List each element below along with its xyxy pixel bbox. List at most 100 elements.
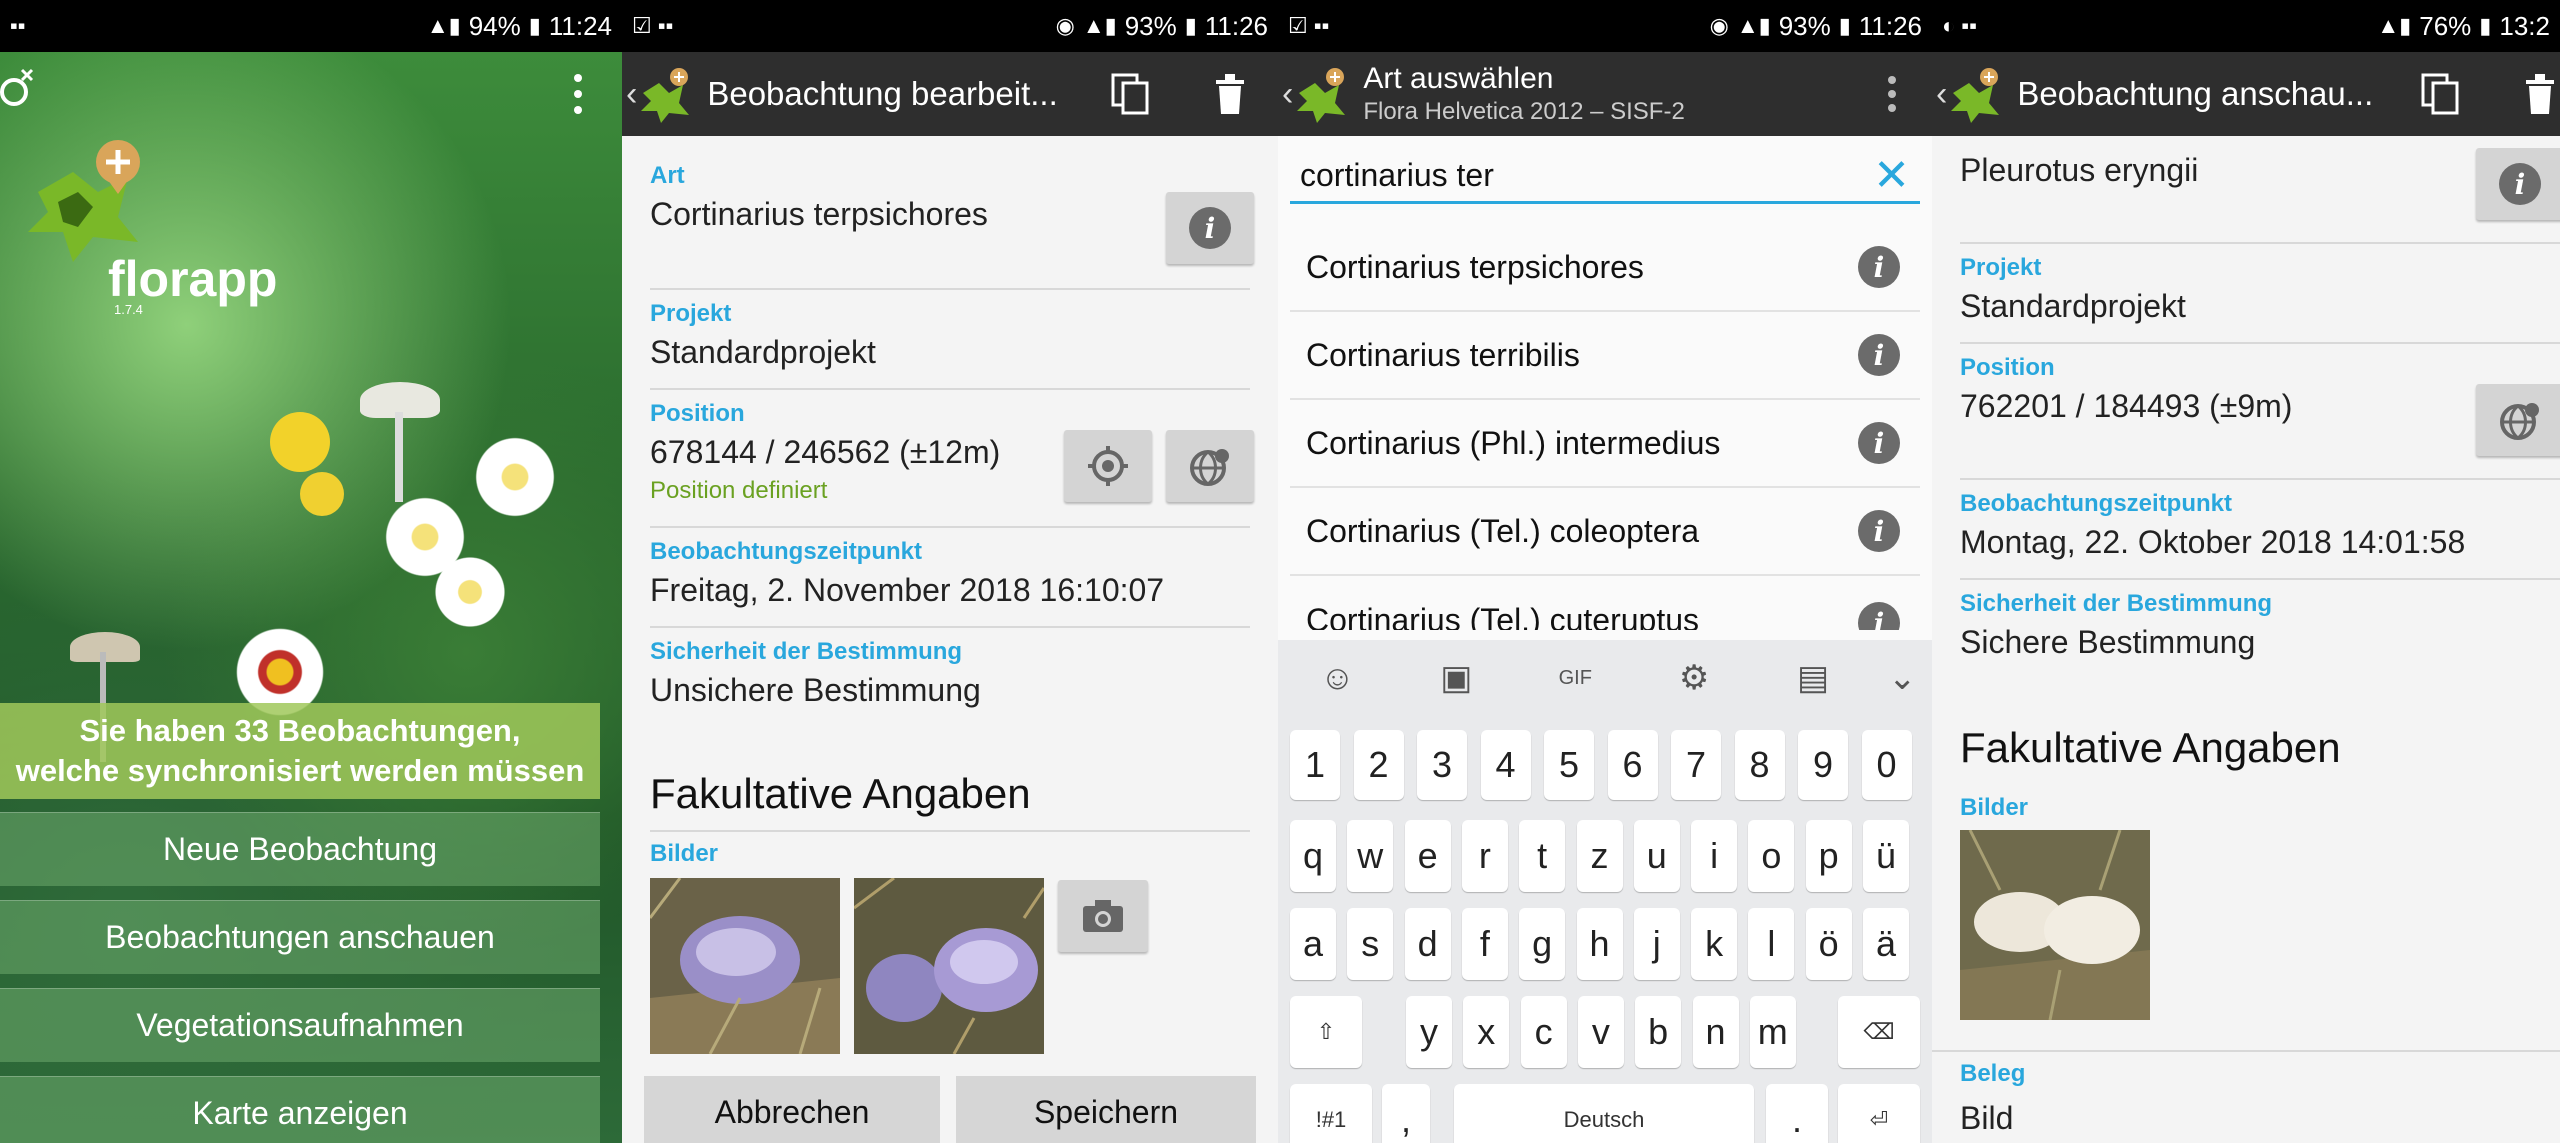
backspace-key[interactable]: ⌫: [1838, 996, 1920, 1068]
key-5[interactable]: 5: [1544, 730, 1594, 800]
key-ö[interactable]: ö: [1805, 908, 1852, 980]
key-u[interactable]: u: [1633, 820, 1680, 892]
art-info-button[interactable]: i: [2476, 148, 2560, 220]
delete-icon[interactable]: [2520, 72, 2560, 116]
key-f[interactable]: f: [1461, 908, 1508, 980]
comma-key[interactable]: ,: [1382, 1084, 1430, 1143]
cancel-button[interactable]: Abbrechen: [644, 1076, 940, 1143]
key-z[interactable]: z: [1576, 820, 1623, 892]
key-v[interactable]: v: [1577, 996, 1624, 1068]
info-icon[interactable]: i: [1858, 422, 1900, 464]
sync-banner[interactable]: Sie haben 33 Beobachtungen, welche synch…: [0, 703, 600, 799]
clear-icon[interactable]: ✕: [1873, 153, 1910, 198]
key-1[interactable]: 1: [1290, 730, 1340, 800]
key-c[interactable]: c: [1520, 996, 1567, 1068]
key-7[interactable]: 7: [1671, 730, 1721, 800]
add-photo-button[interactable]: [1058, 880, 1148, 952]
key-m[interactable]: m: [1749, 996, 1796, 1068]
overflow-menu-icon[interactable]: [566, 70, 590, 118]
map-position-button[interactable]: [1166, 430, 1254, 502]
key-d[interactable]: d: [1404, 908, 1451, 980]
key-9[interactable]: 9: [1798, 730, 1848, 800]
space-key[interactable]: Deutsch: [1454, 1084, 1754, 1143]
save-button[interactable]: Speichern: [956, 1076, 1256, 1143]
emoji-icon[interactable]: ☺: [1278, 659, 1397, 698]
key-6[interactable]: 6: [1607, 730, 1658, 800]
result-item[interactable]: Cortinarius (Tel.) cuteruptus i: [1290, 576, 1920, 630]
result-item[interactable]: Cortinarius terribilis i: [1290, 312, 1920, 400]
symbols-key[interactable]: !#1: [1290, 1084, 1372, 1143]
settings-icon[interactable]: ⚙: [1635, 658, 1754, 698]
key-t[interactable]: t: [1519, 820, 1566, 892]
key-8[interactable]: 8: [1734, 730, 1785, 800]
result-item[interactable]: Cortinarius terpsichores i: [1290, 224, 1920, 312]
key-g[interactable]: g: [1519, 908, 1566, 980]
chevron-down-icon[interactable]: ⌄: [1873, 658, 1932, 698]
key-w[interactable]: w: [1347, 820, 1394, 892]
key-j[interactable]: j: [1633, 908, 1680, 980]
key-h[interactable]: h: [1576, 908, 1623, 980]
sticker-icon[interactable]: ▣: [1397, 658, 1516, 698]
back-icon[interactable]: ‹: [1936, 75, 1947, 114]
sicherheit-value: Unsichere Bestimmung: [650, 672, 981, 708]
zeitpunkt-field[interactable]: Beobachtungszeitpunkt Freitag, 2. Novemb…: [650, 528, 1250, 628]
view-observations-button[interactable]: Beobachtungen anschauen: [0, 900, 600, 974]
gif-icon[interactable]: GIF: [1516, 667, 1635, 690]
art-value: Pleurotus eryngii: [1960, 152, 2199, 188]
key-r[interactable]: r: [1461, 820, 1508, 892]
delete-icon[interactable]: [1210, 72, 1250, 116]
divider: [1932, 1050, 2560, 1052]
info-icon[interactable]: i: [1858, 334, 1900, 376]
key-q[interactable]: q: [1290, 820, 1336, 892]
copy-icon[interactable]: [2420, 72, 2460, 116]
photo-thumbnail[interactable]: [650, 878, 840, 1054]
result-item[interactable]: Cortinarius (Phl.) intermedius i: [1290, 400, 1920, 488]
key-i[interactable]: i: [1691, 820, 1738, 892]
vegetation-surveys-button[interactable]: Vegetationsaufnahmen: [0, 988, 600, 1062]
key-n[interactable]: n: [1692, 996, 1739, 1068]
photo-thumbnail[interactable]: [1960, 830, 2150, 1020]
map-position-button[interactable]: [2476, 384, 2560, 456]
app-logo-icon[interactable]: [637, 65, 695, 123]
key-l[interactable]: l: [1748, 908, 1795, 980]
art-value: Cortinarius terpsichores: [650, 196, 988, 232]
key-4[interactable]: 4: [1480, 730, 1531, 800]
key-o[interactable]: o: [1748, 820, 1795, 892]
key-3[interactable]: 3: [1417, 730, 1467, 800]
key-s[interactable]: s: [1347, 908, 1394, 980]
overflow-menu-icon[interactable]: [1872, 72, 1912, 116]
copy-icon[interactable]: [1110, 72, 1150, 116]
key-ä[interactable]: ä: [1863, 908, 1909, 980]
photo-thumbnail[interactable]: [854, 878, 1044, 1054]
key-0[interactable]: 0: [1861, 730, 1912, 800]
info-icon[interactable]: i: [1858, 246, 1900, 288]
clipboard-icon[interactable]: ▤: [1754, 658, 1873, 698]
key-k[interactable]: k: [1691, 908, 1738, 980]
sync-icon[interactable]: [0, 60, 40, 110]
app-logo-icon[interactable]: [1293, 65, 1351, 123]
projekt-field[interactable]: Projekt Standardprojekt: [650, 290, 1250, 390]
key-e[interactable]: e: [1404, 820, 1451, 892]
shift-key[interactable]: ⇧: [1290, 996, 1362, 1068]
app-logo-icon[interactable]: [1947, 65, 2005, 123]
info-icon[interactable]: i: [1858, 510, 1900, 552]
key-b[interactable]: b: [1635, 996, 1682, 1068]
locate-button[interactable]: [1064, 430, 1152, 502]
show-map-button[interactable]: Karte anzeigen: [0, 1076, 600, 1143]
info-icon[interactable]: i: [1858, 602, 1900, 630]
key-a[interactable]: a: [1290, 908, 1336, 980]
back-icon[interactable]: ‹: [626, 75, 637, 114]
enter-key[interactable]: ⏎: [1838, 1084, 1920, 1143]
key-x[interactable]: x: [1463, 996, 1510, 1068]
key-y[interactable]: y: [1406, 996, 1452, 1068]
key-p[interactable]: p: [1805, 820, 1852, 892]
result-item[interactable]: Cortinarius (Tel.) coleoptera i: [1290, 488, 1920, 576]
sicherheit-field[interactable]: Sicherheit der Bestimmung Unsichere Best…: [650, 628, 1250, 728]
art-info-button[interactable]: i: [1166, 192, 1254, 264]
species-search-input[interactable]: cortinarius ter ✕: [1290, 150, 1920, 204]
new-observation-button[interactable]: Neue Beobachtung: [0, 812, 600, 886]
back-icon[interactable]: ‹: [1282, 75, 1293, 114]
key-2[interactable]: 2: [1353, 730, 1404, 800]
key-ü[interactable]: ü: [1863, 820, 1909, 892]
period-key[interactable]: .: [1766, 1084, 1828, 1143]
